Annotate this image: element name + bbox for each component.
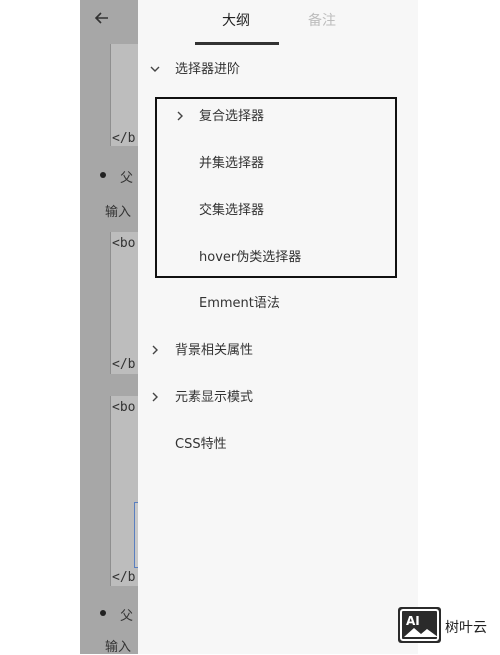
chevron-down-icon[interactable]	[148, 50, 162, 90]
outline-item-label: CSS特性	[175, 437, 227, 452]
page-margin	[418, 0, 500, 654]
highlight-box	[155, 97, 397, 278]
code-line: <bo	[112, 400, 136, 415]
watermark-logo: AI	[398, 607, 441, 643]
chevron-right-icon[interactable]	[148, 378, 162, 418]
outline-item-emmet[interactable]: Emment语法	[138, 284, 418, 324]
code-line: </b	[112, 570, 136, 585]
code-line: </b	[112, 131, 136, 146]
bullet-text: 父	[120, 171, 134, 186]
outline-item-label: 选择器进阶	[175, 62, 241, 77]
input-label: 输入	[105, 205, 132, 220]
outline-item-label: 元素显示模式	[175, 390, 254, 405]
input-label: 输入	[105, 640, 132, 655]
outline-item-selector-advanced[interactable]: 选择器进阶	[138, 50, 418, 90]
tab-outline[interactable]: 大纲	[222, 10, 250, 30]
code-line: <bo	[112, 236, 136, 251]
chevron-right-icon[interactable]	[148, 331, 162, 371]
watermark-text: 树叶云	[445, 620, 487, 636]
bullet	[100, 610, 106, 616]
active-tab-indicator	[195, 42, 279, 45]
bullet-text: 父	[120, 609, 134, 624]
code-line: </b	[112, 357, 136, 372]
outline-item-label: Emment语法	[199, 296, 280, 311]
tab-notes[interactable]: 备注	[308, 10, 336, 30]
outline-item-css-features[interactable]: CSS特性	[138, 425, 418, 465]
outline-item-label: 背景相关属性	[175, 343, 254, 358]
svg-text:AI: AI	[406, 614, 420, 628]
bullet	[100, 172, 106, 178]
outline-item-background[interactable]: 背景相关属性	[138, 331, 418, 371]
back-arrow-icon[interactable]	[94, 10, 114, 30]
outline-item-display-mode[interactable]: 元素显示模式	[138, 378, 418, 418]
